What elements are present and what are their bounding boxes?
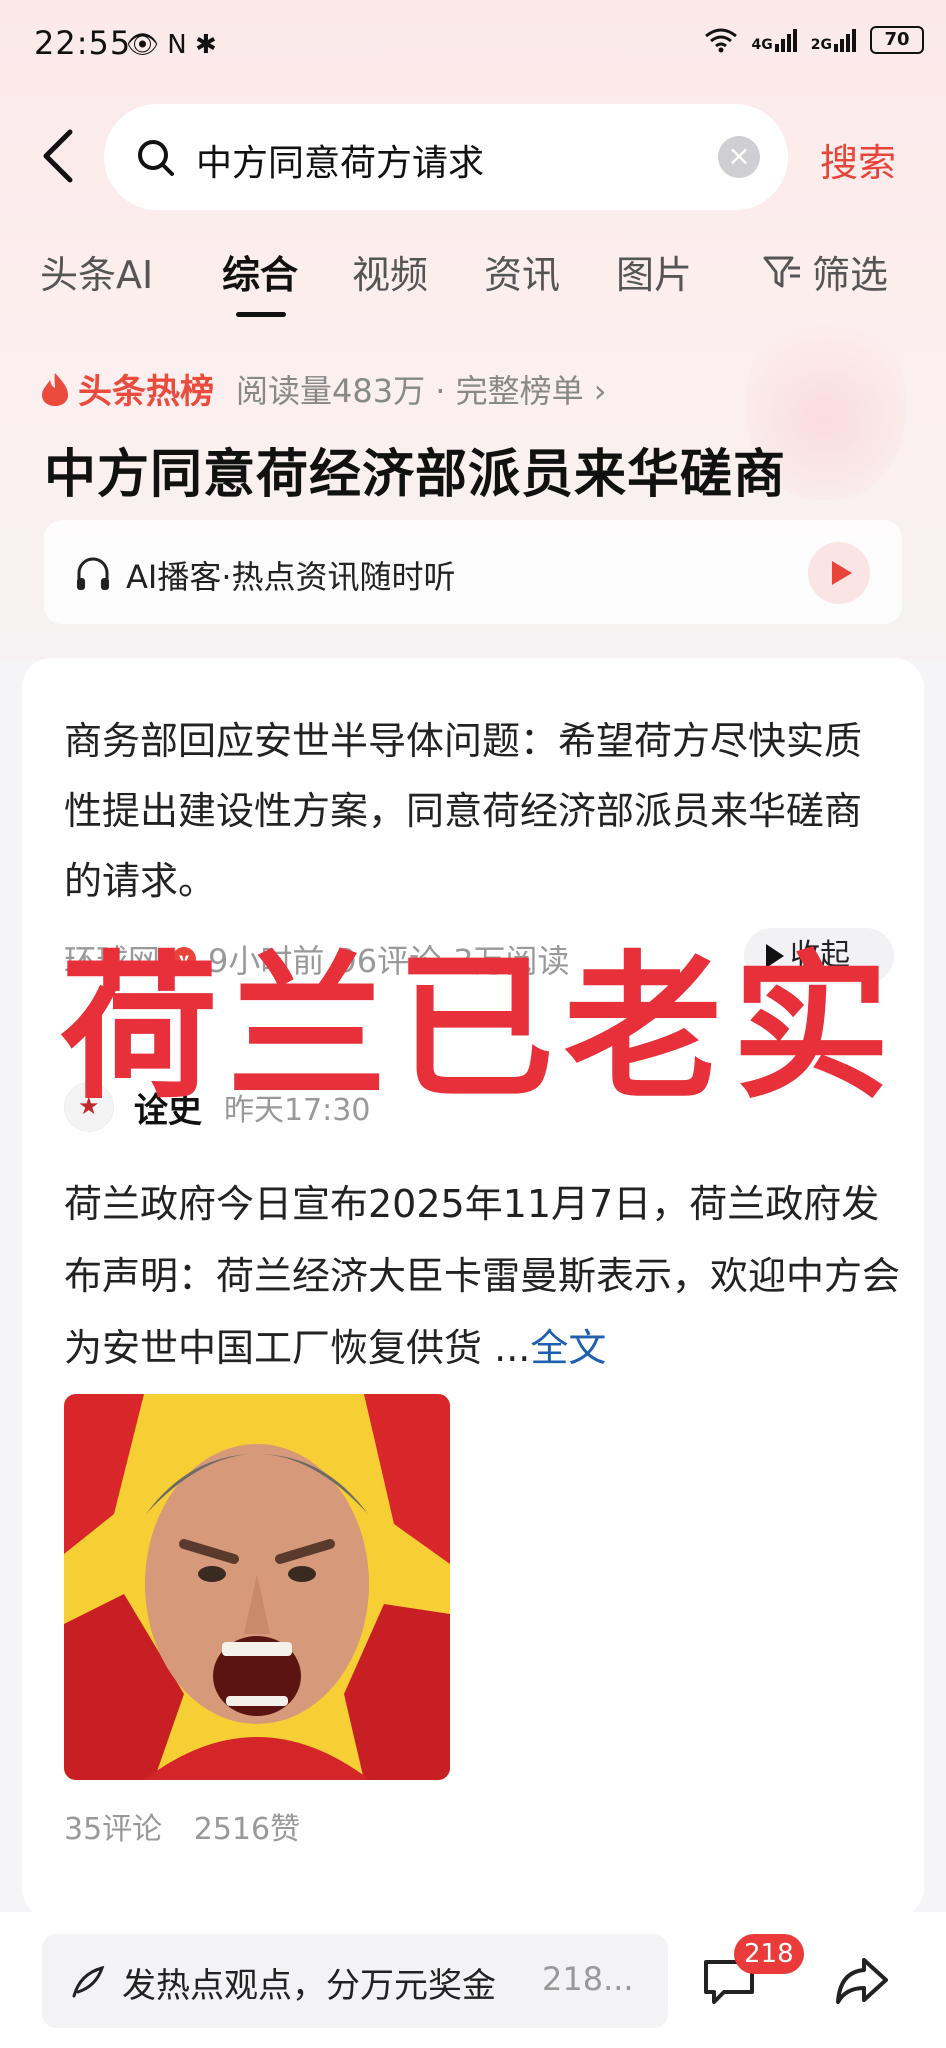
status-right-icons: 4G 2G 70 — [704, 26, 924, 54]
tab-video[interactable]: 视频 — [352, 244, 428, 299]
filter-button[interactable]: 筛选 — [762, 244, 888, 299]
overlay-caption: 荷兰已老实 — [60, 937, 900, 1121]
filter-icon — [763, 256, 800, 287]
comment-placeholder: 发热点观点，分万元奖金 — [122, 1966, 496, 2006]
status-bar: 22:55 👁 N ✱ 4G 2G 70 — [0, 0, 946, 90]
tab-toutiao-ai[interactable]: 头条AI — [40, 244, 153, 299]
stat-comments[interactable]: 35评论 — [64, 1812, 162, 1847]
wifi-icon — [704, 28, 737, 53]
active-tab-indicator — [236, 312, 286, 317]
status-time: 22:55 — [34, 24, 132, 62]
search-query: 中方同意荷方请求 — [196, 143, 485, 184]
bottom-bar: 发热点观点，分万元奖金 218... 218 — [0, 1912, 946, 2048]
search-icon — [138, 140, 174, 176]
back-arrow-icon[interactable] — [40, 128, 76, 184]
flame-icon — [42, 372, 68, 406]
search-result-card: 商务部回应安世半导体问题：希望荷方尽快实质性提出建设性方案，同意荷经济部派员来华… — [22, 658, 924, 1918]
clear-icon[interactable]: × — [718, 136, 760, 178]
share-icon[interactable] — [834, 1956, 890, 2006]
cellular-signal-icon: 4G — [751, 28, 797, 53]
status-left-icons: 👁 N ✱ — [126, 30, 217, 60]
tab-bar: 头条AI 综合 视频 资讯 图片 筛选 — [0, 244, 946, 324]
post-image[interactable] — [64, 1394, 450, 1780]
stat-likes[interactable]: 2516赞 — [194, 1812, 300, 1847]
hot-board-row[interactable]: 头条热榜 阅读量483万 · 完整榜单 › — [40, 364, 607, 413]
filter-label: 筛选 — [812, 253, 889, 297]
post-body[interactable]: 荷兰政府今日宣布2025年11月7日，荷兰政府发布声明：荷兰经济大臣卡雷曼斯表示… — [64, 1168, 906, 1384]
hot-board-meta: 阅读量483万 · 完整榜单 › — [236, 371, 607, 410]
hot-headline[interactable]: 中方同意荷经济部派员来华磋商 — [44, 432, 786, 507]
pen-icon — [72, 1965, 105, 1998]
angry-man-image — [64, 1394, 450, 1780]
search-input[interactable]: 中方同意荷方请求 × — [104, 104, 788, 210]
ai-podcast-bar[interactable]: AI播客·热点资讯随时听 — [44, 520, 902, 624]
full-text-link[interactable]: 全文 — [530, 1326, 606, 1370]
battery-icon: 70 — [870, 26, 924, 54]
hot-board-brand: 头条热榜 — [78, 372, 214, 412]
podcast-label: AI播客·热点资讯随时听 — [126, 558, 456, 596]
post-body-text: 荷兰政府今日宣布2025年11月7日，荷兰政府发布声明：荷兰经济大臣卡雷曼斯表示… — [64, 1182, 901, 1370]
signal-label-1: 4G — [751, 36, 773, 53]
tab-comprehensive[interactable]: 综合 — [222, 244, 298, 299]
headphone-icon — [77, 557, 109, 590]
comment-count-badge: 218 — [734, 1934, 804, 1974]
search-button[interactable]: 搜索 — [820, 132, 896, 187]
tab-news[interactable]: 资讯 — [484, 244, 560, 299]
tab-images[interactable]: 图片 — [616, 244, 692, 299]
comment-input[interactable]: 发热点观点，分万元奖金 218... — [42, 1934, 668, 2028]
post-ellipsis: ... — [494, 1326, 531, 1370]
post-stats: 35评论 2516赞 — [64, 1804, 322, 1848]
signal-label-2: 2G — [810, 36, 832, 53]
comment-input-count: 218... — [542, 1960, 634, 1998]
cellular-signal-2-icon: 2G — [810, 28, 856, 53]
play-button[interactable] — [808, 542, 870, 604]
news-summary[interactable]: 商务部回应安世半导体问题：希望荷方尽快实质性提出建设性方案，同意荷经济部派员来华… — [64, 706, 894, 916]
